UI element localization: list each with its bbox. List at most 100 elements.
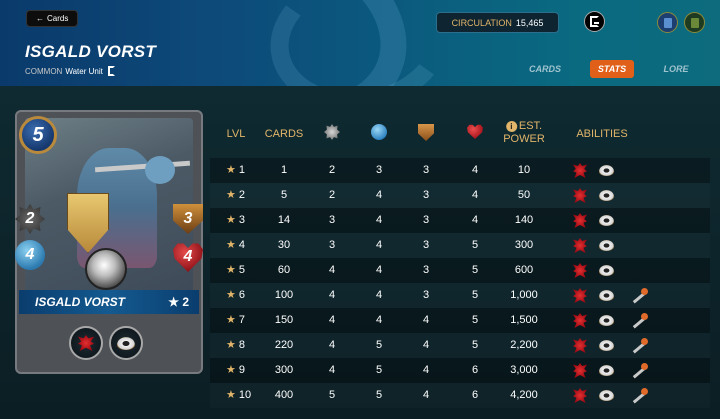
table-row: ★ 10 400 5 5 4 6 4,200 xyxy=(210,383,710,408)
level-cell: ★ 7 xyxy=(226,314,246,326)
health-cell: 5 xyxy=(471,264,479,276)
health-cell: 4 xyxy=(471,189,479,201)
star-icon: ★ xyxy=(226,289,239,301)
power-cell: 600 xyxy=(514,264,534,276)
table-row: ★ 6 100 4 4 3 5 1,000 xyxy=(210,283,710,308)
table-row: ★ 2 5 2 4 3 4 50 xyxy=(210,183,710,208)
bug-icon[interactable] xyxy=(573,263,587,278)
health-cell: 6 xyxy=(471,389,479,401)
health-icon xyxy=(467,124,483,139)
power-cell: 2,200 xyxy=(510,339,538,351)
bug-icon[interactable] xyxy=(573,188,587,203)
star-icon: ★ xyxy=(226,389,239,401)
magic-cell: 5 xyxy=(375,364,383,376)
bug-icon[interactable] xyxy=(573,288,587,303)
bug-icon[interactable] xyxy=(573,213,587,228)
level-cell: ★ 6 xyxy=(226,289,246,301)
tab-stats[interactable]: STATS xyxy=(590,60,634,78)
eye-icon[interactable] xyxy=(599,265,614,276)
level-cell: ★ 2 xyxy=(226,189,246,201)
info-icon[interactable]: i xyxy=(505,120,517,132)
cards-cell: 30 xyxy=(277,239,291,251)
melee-cell: 4 xyxy=(328,364,336,376)
card-name: ISGALD VORST xyxy=(35,295,126,309)
health-cell: 4 xyxy=(471,164,479,176)
magic-cell: 5 xyxy=(375,389,383,401)
star-icon: ★ xyxy=(226,239,239,251)
bug-icon xyxy=(78,335,94,351)
eye-icon[interactable] xyxy=(599,315,614,326)
table-row: ★ 8 220 4 5 4 5 2,200 xyxy=(210,333,710,358)
health-cell: 5 xyxy=(471,314,479,326)
bug-icon[interactable] xyxy=(573,238,587,253)
unit-type-label: Water Unit xyxy=(65,66,103,76)
table-row: ★ 4 30 3 4 3 5 300 xyxy=(210,233,710,258)
eye-icon[interactable] xyxy=(599,290,614,301)
eye-icon[interactable] xyxy=(599,240,614,251)
eye-icon[interactable] xyxy=(599,165,614,176)
magic-cell: 4 xyxy=(375,214,383,226)
bug-icon[interactable] xyxy=(573,363,587,378)
bug-icon[interactable] xyxy=(573,338,587,353)
wand-icon[interactable] xyxy=(631,288,649,303)
speed-icon xyxy=(85,248,127,290)
wand-icon[interactable] xyxy=(631,313,649,328)
magic-cell: 4 xyxy=(375,289,383,301)
power-cell: 50 xyxy=(517,189,531,201)
cards-cell: 300 xyxy=(274,364,294,376)
gold-foil-toggle-icon[interactable] xyxy=(584,11,605,32)
magic-attack-icon xyxy=(371,124,387,140)
mana-cost-icon: 5 xyxy=(19,116,57,154)
header-wave-decoration xyxy=(259,0,461,86)
tab-lore[interactable]: LORE xyxy=(660,60,692,78)
magic-cell: 5 xyxy=(375,339,383,351)
bug-icon[interactable] xyxy=(573,313,587,328)
armor-cell: 4 xyxy=(422,389,430,401)
wand-icon[interactable] xyxy=(631,363,649,378)
eye-icon[interactable] xyxy=(599,390,614,401)
armor-cell: 4 xyxy=(422,339,430,351)
table-row: ★ 1 1 2 3 3 4 10 xyxy=(210,158,710,183)
armor-cell: 3 xyxy=(422,264,430,276)
star-icon: ★ xyxy=(226,189,239,201)
cards-cell: 5 xyxy=(280,189,288,201)
ability-slot[interactable] xyxy=(69,326,103,360)
tab-cards[interactable]: CARDS xyxy=(525,60,565,78)
melee-cell: 3 xyxy=(328,239,336,251)
card-view-blue-icon[interactable] xyxy=(657,12,678,33)
health-cell: 5 xyxy=(471,289,479,301)
magic-cell: 4 xyxy=(375,239,383,251)
eye-icon[interactable] xyxy=(599,365,614,376)
melee-cell: 5 xyxy=(328,389,336,401)
armor-cell: 3 xyxy=(422,189,430,201)
header-abilities: ABILITIES xyxy=(576,128,628,140)
bug-icon[interactable] xyxy=(573,388,587,403)
wand-icon[interactable] xyxy=(631,388,649,403)
circulation-label: CIRCULATION xyxy=(451,17,512,28)
card-view-green-icon[interactable] xyxy=(684,12,705,33)
level-cell: ★ 4 xyxy=(226,239,246,251)
header-cards: CARDS xyxy=(264,128,304,140)
eye-icon[interactable] xyxy=(599,190,614,201)
armor-cell: 4 xyxy=(422,314,430,326)
eye-icon[interactable] xyxy=(599,340,614,351)
star-icon: ★ xyxy=(226,339,239,351)
ability-slot[interactable] xyxy=(109,326,143,360)
health-cell: 5 xyxy=(471,239,479,251)
magic-cell: 3 xyxy=(375,164,383,176)
card-name-bar: ISGALD VORST ★ 2 xyxy=(19,290,199,314)
cards-cell: 60 xyxy=(277,264,291,276)
star-icon: ★ xyxy=(226,314,239,326)
back-to-cards-button[interactable]: ← Cards xyxy=(26,10,79,27)
cards-cell: 150 xyxy=(274,314,294,326)
magic-attack-icon: 4 xyxy=(15,240,45,270)
melee-cell: 4 xyxy=(328,289,336,301)
bug-icon[interactable] xyxy=(573,163,587,178)
eye-icon[interactable] xyxy=(599,215,614,226)
wand-icon[interactable] xyxy=(631,338,649,353)
rarity-label: COMMON xyxy=(25,66,63,76)
eye-icon xyxy=(117,336,135,350)
star-icon: ★ xyxy=(226,264,239,276)
magic-cell: 4 xyxy=(375,264,383,276)
magic-cell: 4 xyxy=(375,314,383,326)
